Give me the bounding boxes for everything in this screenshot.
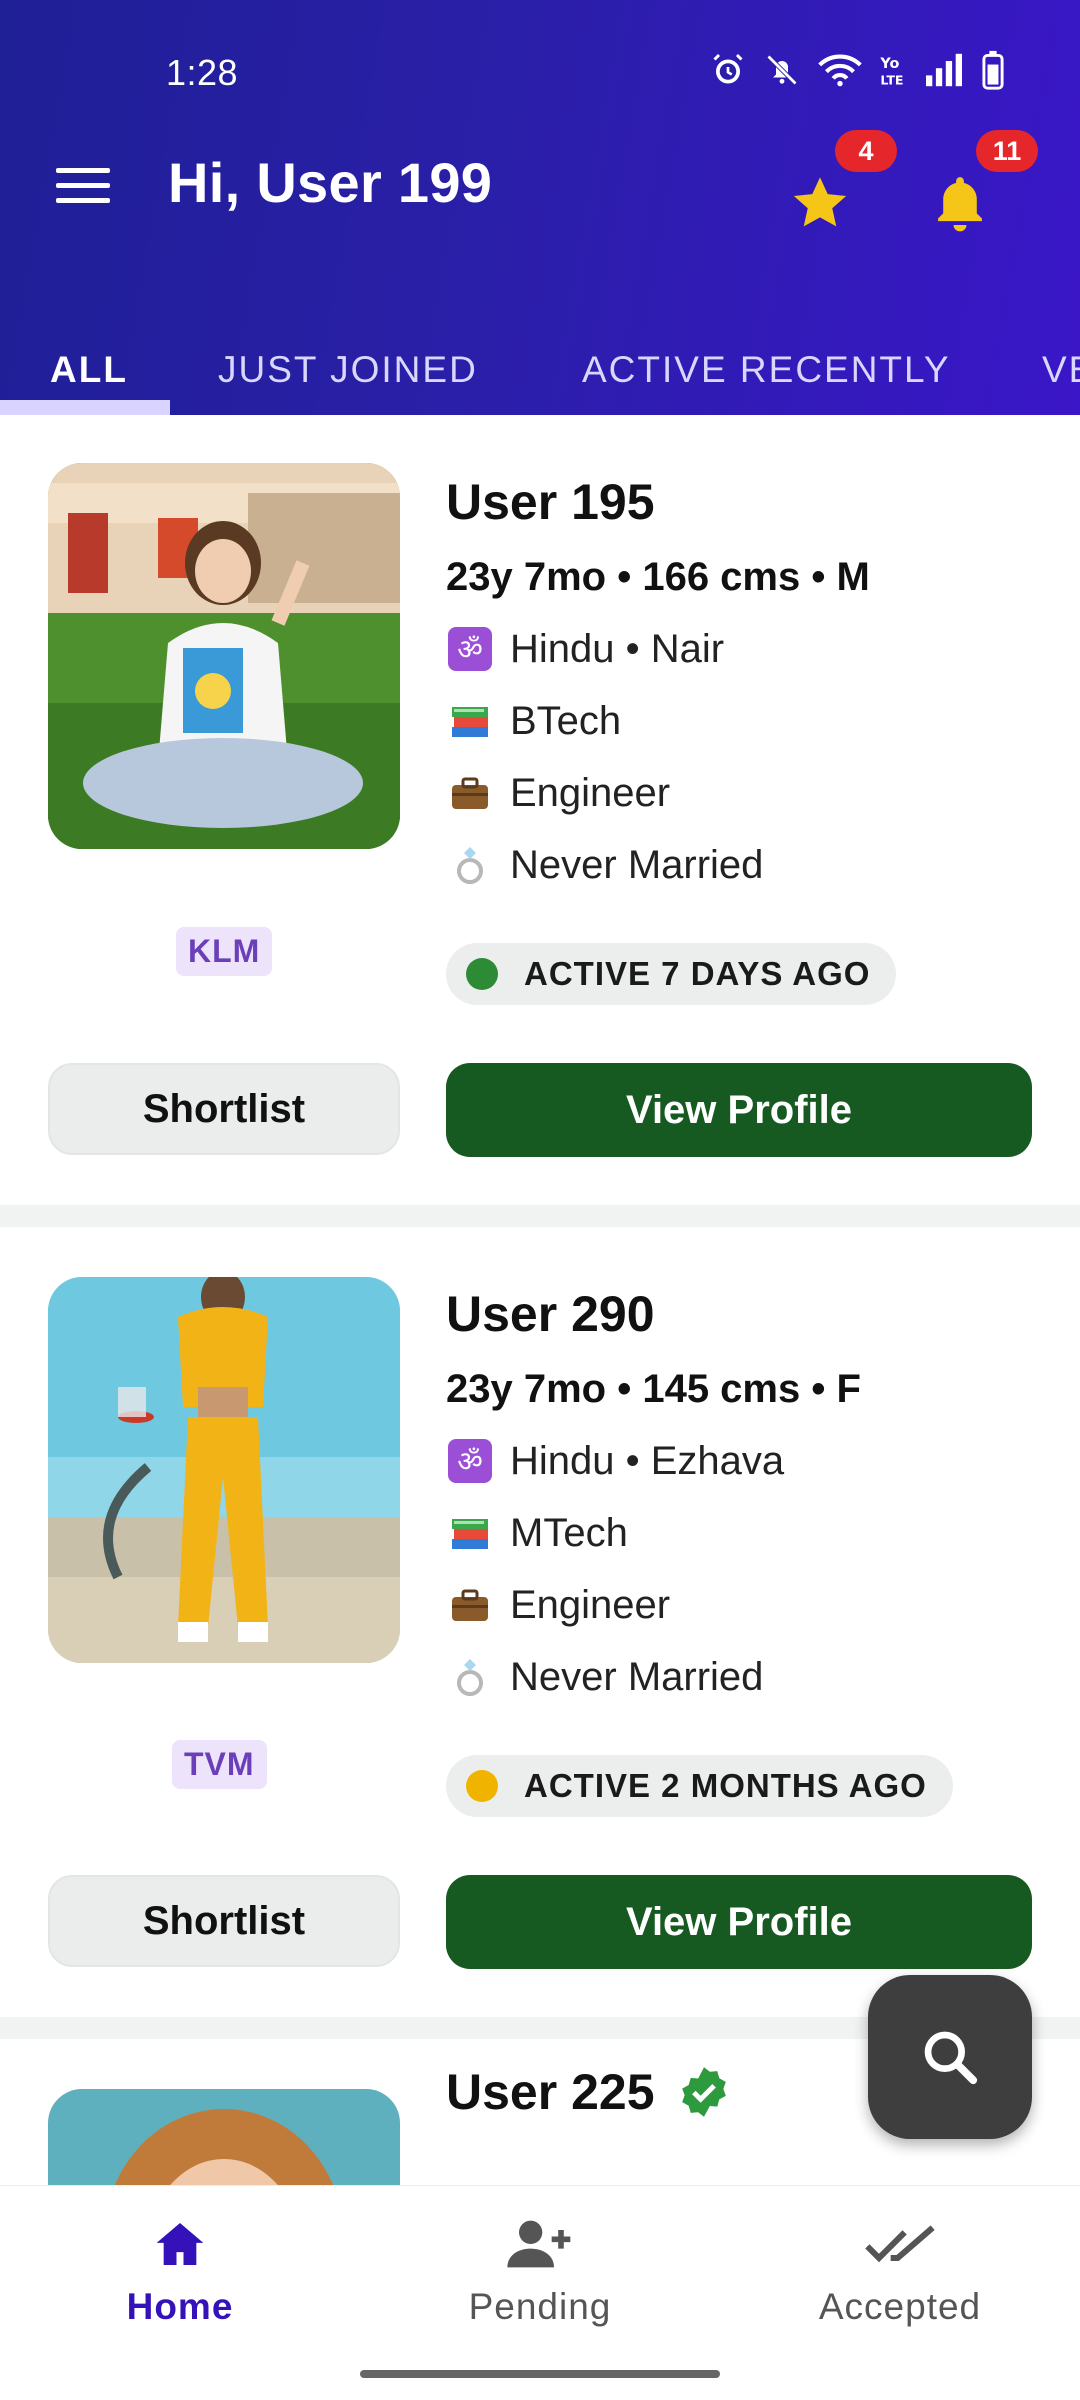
bell-icon xyxy=(938,177,982,232)
svg-text:Yo: Yo xyxy=(880,56,899,72)
profile-name[interactable]: User 195 xyxy=(446,473,655,531)
shortlist-button[interactable]: Shortlist xyxy=(48,1063,400,1155)
status-bar: 1:28 Yo LTE xyxy=(0,0,1080,150)
om-icon: ॐ xyxy=(446,625,494,673)
location-badge: KLM xyxy=(176,927,273,976)
books-icon xyxy=(446,697,494,745)
occupation-text: Engineer xyxy=(510,1582,671,1627)
app-header: 1:28 Yo LTE Hi, User 199 4 11 ALL JUST J… xyxy=(0,0,1080,415)
marital-row: Never Married xyxy=(446,1653,763,1701)
activity-dot xyxy=(466,958,498,990)
view-profile-button[interactable]: View Profile xyxy=(446,1875,1032,1969)
briefcase-icon xyxy=(446,769,494,817)
briefcase-icon xyxy=(446,1581,494,1629)
activity-text: ACTIVE 7 DAYS AGO xyxy=(524,955,871,992)
wifi-icon xyxy=(818,52,862,88)
location-badge: TVM xyxy=(172,1740,267,1789)
marital-text: Never Married xyxy=(510,1654,764,1699)
profile-stats: 23y 7mo • 145 cms • F xyxy=(446,1367,861,1411)
profile-card: KLM User 195 23y 7mo • 166 cms • M ॐ Hin… xyxy=(0,415,1080,1205)
books-icon xyxy=(446,1509,494,1557)
greeting-title: Hi, User 199 xyxy=(168,151,493,214)
nav-accepted-label: Accepted xyxy=(818,2286,982,2327)
profile-name[interactable]: User 225 xyxy=(446,2063,655,2121)
ring-icon xyxy=(446,841,494,889)
profile-stats: 23y 7mo • 166 cms • M xyxy=(446,555,870,599)
tab-active-recently[interactable]: ACTIVE RECENTLY xyxy=(582,312,951,415)
education-row: BTech xyxy=(446,697,621,745)
activity-dot xyxy=(466,1770,498,1802)
svg-text:ॐ: ॐ xyxy=(457,1445,483,1478)
battery-icon xyxy=(982,50,1004,90)
education-row: MTech xyxy=(446,1509,628,1557)
svg-text:LTE: LTE xyxy=(880,72,903,87)
marital-row: Never Married xyxy=(446,841,763,889)
nav-pending[interactable]: Pending xyxy=(360,2186,720,2346)
activity-status: ACTIVE 2 MONTHS AGO xyxy=(446,1755,953,1817)
tab-indicator xyxy=(0,400,170,415)
menu-icon[interactable] xyxy=(54,164,114,208)
filter-tabs: ALL JUST JOINED ACTIVE RECENTLY VE xyxy=(0,300,1080,415)
home-icon xyxy=(0,2216,360,2272)
double-check-icon xyxy=(720,2216,1080,2272)
occupation-text: Engineer xyxy=(510,770,671,815)
star-icon xyxy=(793,177,847,227)
om-icon: ॐ xyxy=(446,1437,494,1485)
tab-verified[interactable]: VE xyxy=(1042,312,1080,415)
tab-just-joined[interactable]: JUST JOINED xyxy=(218,312,478,415)
religion-row: ॐ Hindu • Nair xyxy=(446,625,724,673)
religion-text: Hindu • Ezhava xyxy=(510,1438,785,1483)
mute-icon xyxy=(764,52,800,88)
status-icons: Yo LTE xyxy=(710,50,1004,90)
occupation-row: Engineer xyxy=(446,1581,670,1629)
education-text: MTech xyxy=(510,1510,628,1555)
view-profile-button[interactable]: View Profile xyxy=(446,1063,1032,1157)
volte-icon: Yo LTE xyxy=(880,52,906,88)
status-time: 1:28 xyxy=(166,52,239,93)
notifications-count-badge: 11 xyxy=(976,130,1038,172)
religion-text: Hindu • Nair xyxy=(510,626,725,671)
search-fab[interactable] xyxy=(868,1975,1032,2139)
activity-text: ACTIVE 2 MONTHS AGO xyxy=(524,1767,927,1804)
profile-card: TVM User 290 23y 7mo • 145 cms • F ॐ Hin… xyxy=(0,1227,1080,2017)
religion-row: ॐ Hindu • Ezhava xyxy=(446,1437,784,1485)
search-icon xyxy=(924,2031,978,2085)
verified-icon xyxy=(677,2065,731,2119)
favorites-count-badge: 4 xyxy=(835,130,897,172)
profile-name[interactable]: User 290 xyxy=(446,1285,655,1343)
signal-icon xyxy=(924,52,964,88)
nav-pending-label: Pending xyxy=(468,2286,612,2327)
bottom-navigation: Home Pending Accepted xyxy=(0,2185,1080,2400)
nav-accepted[interactable]: Accepted xyxy=(720,2186,1080,2346)
occupation-row: Engineer xyxy=(446,769,670,817)
svg-text:ॐ: ॐ xyxy=(457,633,483,666)
profile-photo[interactable] xyxy=(48,1277,400,1663)
profile-name-row: User 225 xyxy=(446,2063,731,2121)
education-text: BTech xyxy=(510,698,622,743)
activity-status: ACTIVE 7 DAYS AGO xyxy=(446,943,897,1005)
gesture-bar xyxy=(360,2370,720,2378)
shortlist-button[interactable]: Shortlist xyxy=(48,1875,400,1967)
add-person-icon xyxy=(360,2216,720,2272)
ring-icon xyxy=(446,1653,494,1701)
alarm-icon xyxy=(710,52,746,88)
profile-photo[interactable] xyxy=(48,2089,400,2185)
nav-home[interactable]: Home xyxy=(0,2186,360,2346)
card-divider xyxy=(0,1205,1080,1227)
nav-home-label: Home xyxy=(126,2286,234,2327)
marital-text: Never Married xyxy=(510,842,764,887)
profile-photo[interactable] xyxy=(48,463,400,849)
